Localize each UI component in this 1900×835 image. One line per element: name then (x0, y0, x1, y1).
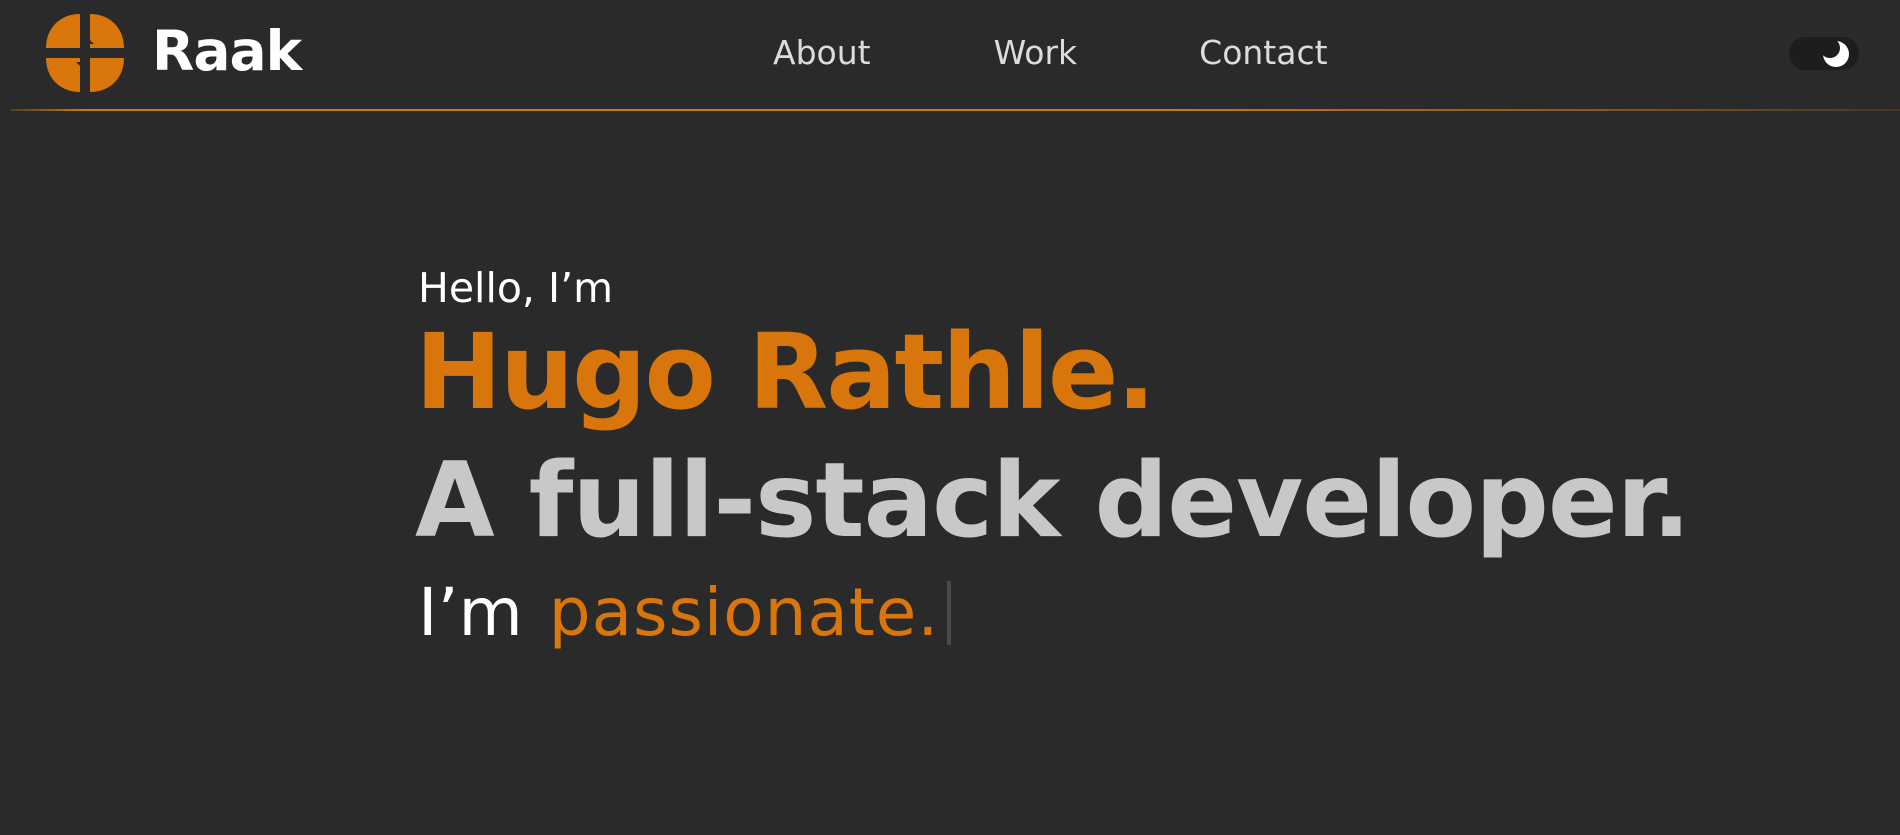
brand-logo-icon (46, 14, 124, 92)
brand-name: Raak (152, 18, 302, 83)
nav-link-work[interactable]: Work (994, 33, 1078, 73)
hero-typing-line: I’m passionate. (418, 574, 952, 651)
brand-logo-link[interactable]: Raak (42, 10, 302, 96)
hero-role: A full-stack developer. (415, 441, 1691, 561)
navbar-divider (10, 109, 1900, 111)
moon-icon (1821, 39, 1849, 67)
nav-link-contact[interactable]: Contact (1199, 33, 1327, 73)
nav-link-about[interactable]: About (773, 33, 871, 73)
navbar: Raak About Work Contact (0, 0, 1900, 111)
hero-name: Hugo Rathle. (415, 311, 1156, 433)
hero-greeting: Hello, I’m (418, 264, 614, 312)
typing-prefix: I’m (418, 574, 523, 651)
main-nav: About Work Contact (773, 33, 1328, 73)
theme-toggle[interactable] (1789, 37, 1859, 70)
typing-word: passionate. (548, 574, 940, 651)
typing-caret (947, 581, 952, 645)
